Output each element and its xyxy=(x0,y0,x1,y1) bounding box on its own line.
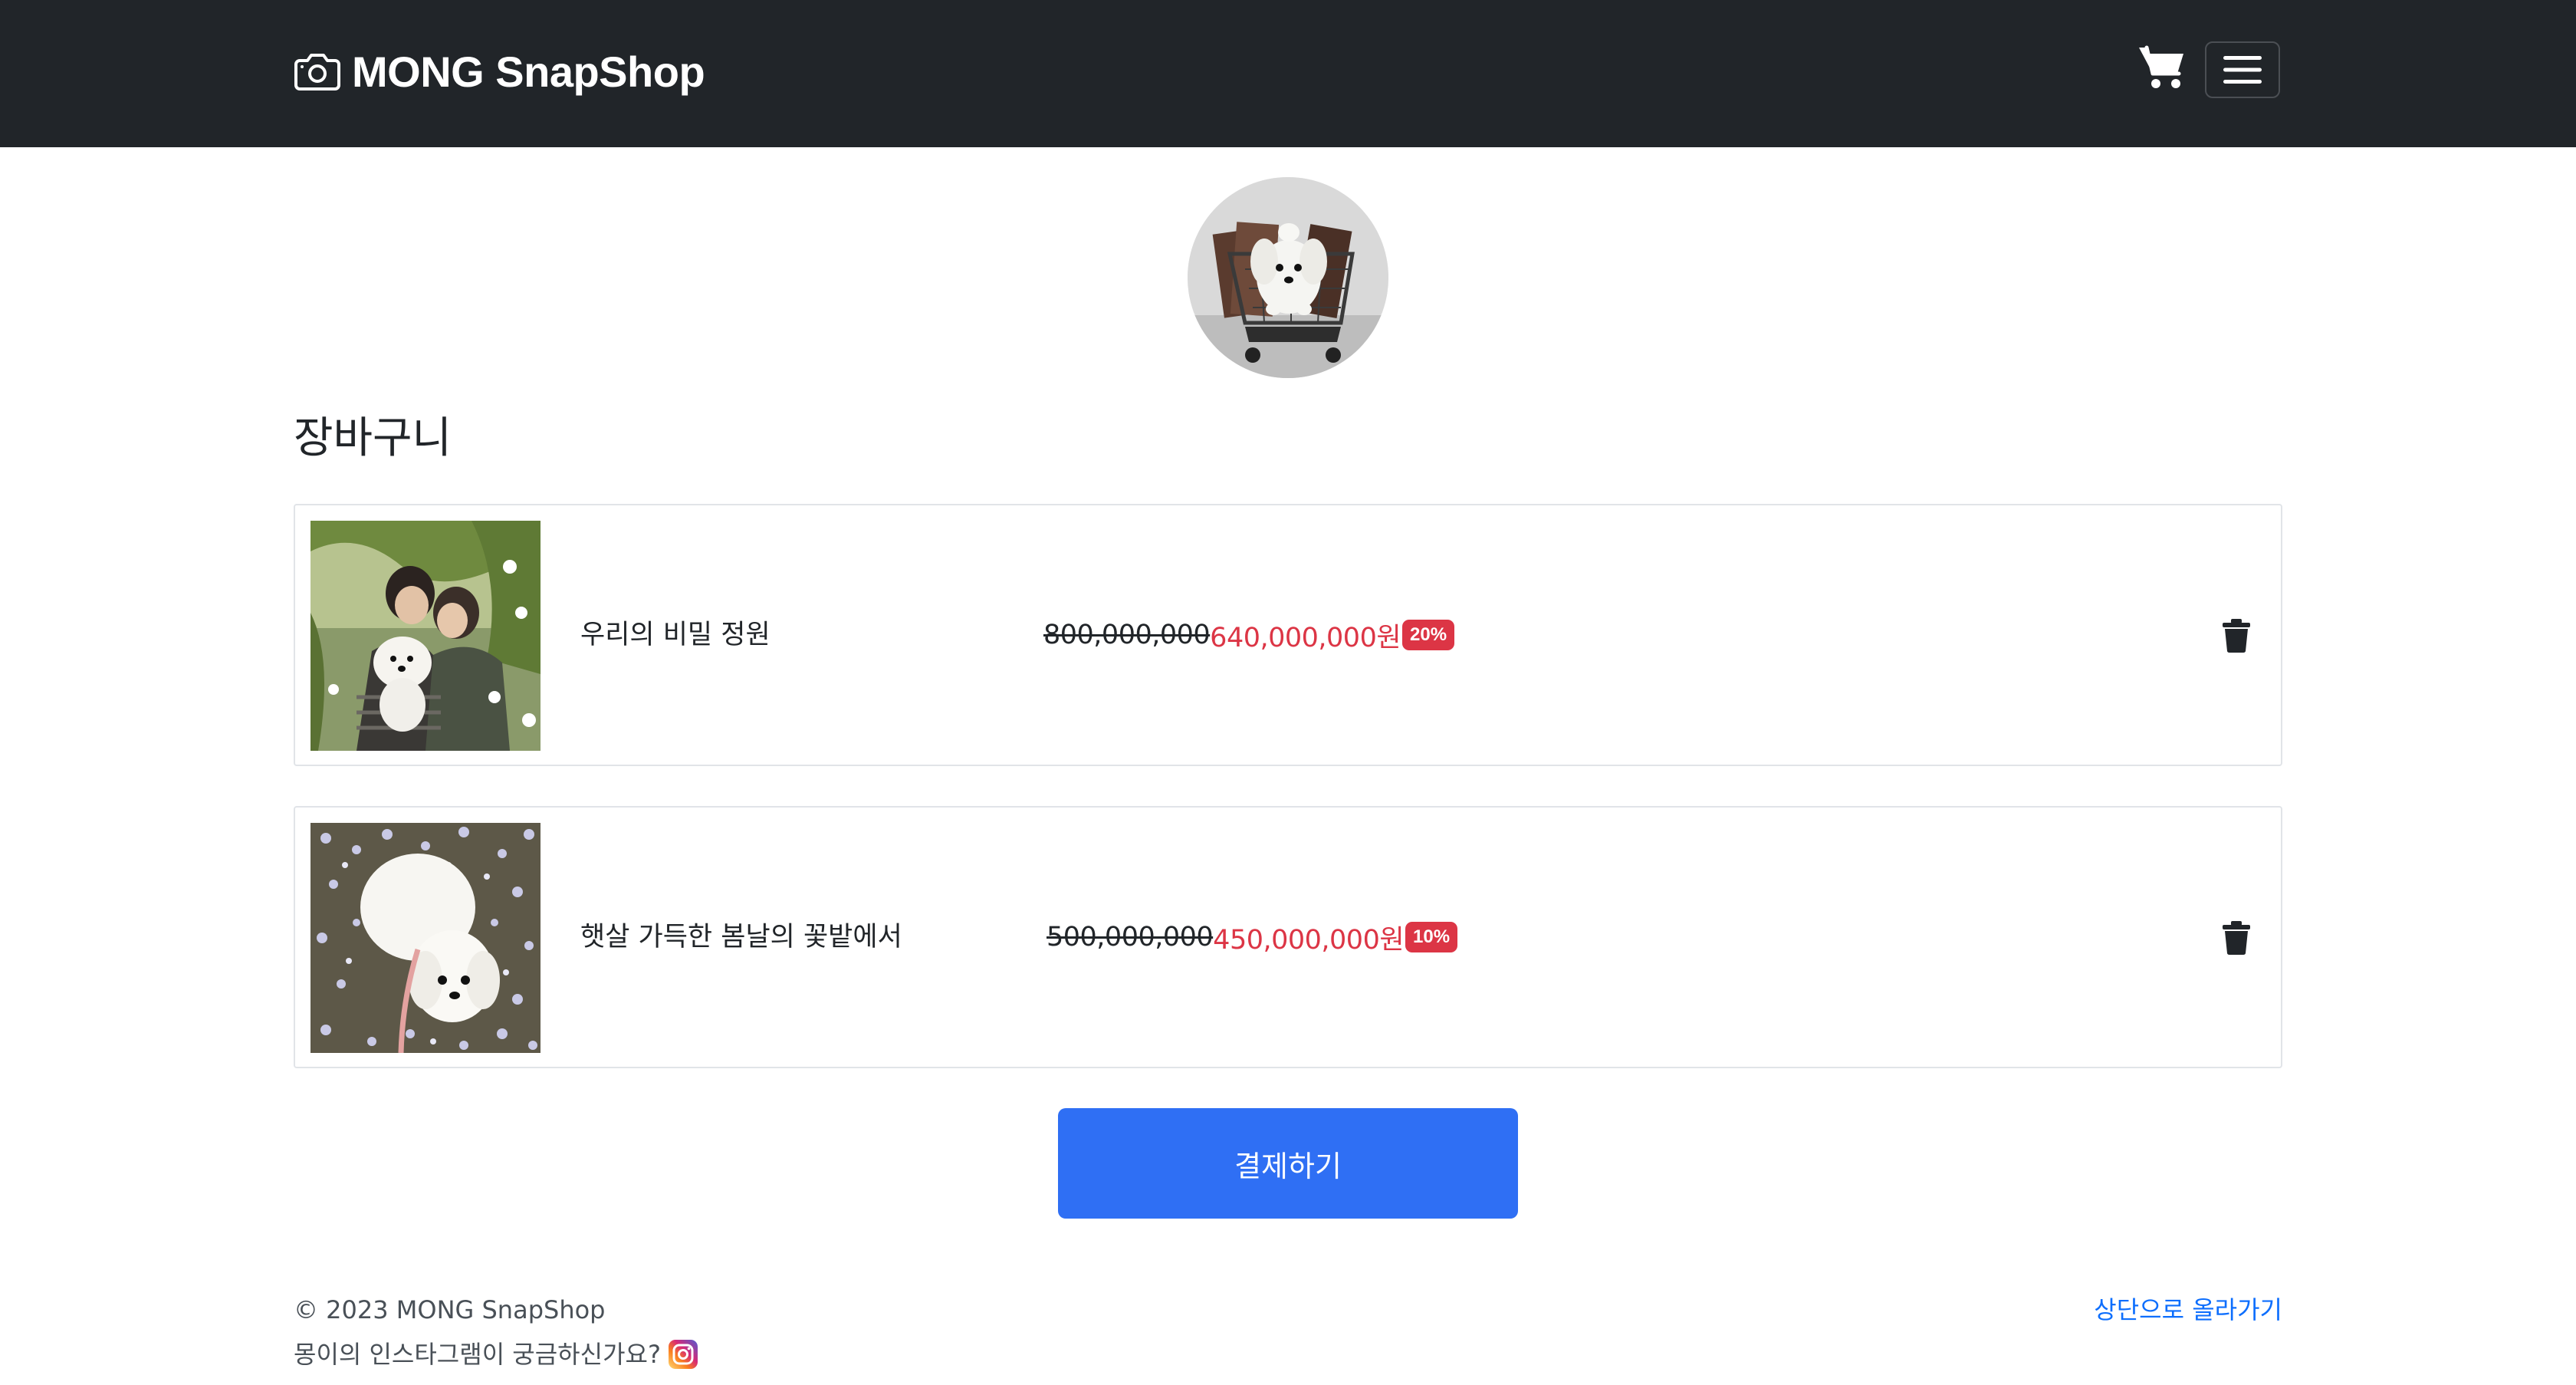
cart-button[interactable] xyxy=(2137,43,2187,92)
menu-toggle-button[interactable] xyxy=(2205,41,2280,98)
instagram-icon xyxy=(668,1340,698,1369)
instagram-link[interactable] xyxy=(668,1340,698,1369)
instagram-prompt: 몽이의 인스타그램이 궁금하신가요? xyxy=(294,1340,661,1369)
cart-item: 우리의 비밀 정원 800,000,000 640,000,000원 20% xyxy=(294,504,2282,766)
original-price: 500,000,000 xyxy=(1046,922,1214,952)
price-group: 500,000,000 450,000,000원 10% xyxy=(1046,808,1458,1067)
footer-instagram: 몽이의 인스타그램이 궁금하신가요? xyxy=(294,1337,698,1371)
camera-icon xyxy=(294,54,340,90)
brand-link[interactable]: MONG SnapShop xyxy=(294,44,705,98)
item-photo-garden xyxy=(310,521,540,751)
shop-avatar xyxy=(1188,177,1388,378)
delete-item-button[interactable] xyxy=(2221,619,2252,653)
item-thumbnail[interactable] xyxy=(310,823,540,1053)
price-group: 800,000,000 640,000,000원 20% xyxy=(1043,505,1455,765)
discount-badge: 20% xyxy=(1402,620,1455,650)
original-price: 800,000,000 xyxy=(1043,620,1211,650)
item-title: 우리의 비밀 정원 xyxy=(580,620,770,650)
checkout-button[interactable]: 결제하기 xyxy=(1058,1108,1518,1219)
brand-name: MONG SnapShop xyxy=(352,47,705,96)
item-photo-flowers xyxy=(310,823,540,1053)
back-to-top-link[interactable]: 상단으로 올라가기 xyxy=(2094,1293,2282,1327)
trash-icon xyxy=(2223,921,2250,955)
hamburger-menu-icon xyxy=(2223,56,2262,84)
navbar: MONG SnapShop xyxy=(0,0,2576,147)
discount-badge: 10% xyxy=(1405,922,1458,952)
trash-icon xyxy=(2223,619,2250,653)
sale-price: 450,000,000원 xyxy=(1213,924,1405,956)
footer-copyright: © 2023 MONG SnapShop xyxy=(294,1295,606,1324)
cart-item: 햇살 가득한 봄날의 꽃밭에서 500,000,000 450,000,000원… xyxy=(294,806,2282,1068)
page-title: 장바구니 xyxy=(294,413,452,463)
sale-price: 640,000,000원 xyxy=(1210,622,1401,653)
item-title: 햇살 가득한 봄날의 꽃밭에서 xyxy=(580,922,902,952)
delete-item-button[interactable] xyxy=(2221,921,2252,955)
cart-icon xyxy=(2139,45,2183,88)
dog-in-cart-avatar xyxy=(1188,177,1388,378)
item-thumbnail[interactable] xyxy=(310,521,540,751)
